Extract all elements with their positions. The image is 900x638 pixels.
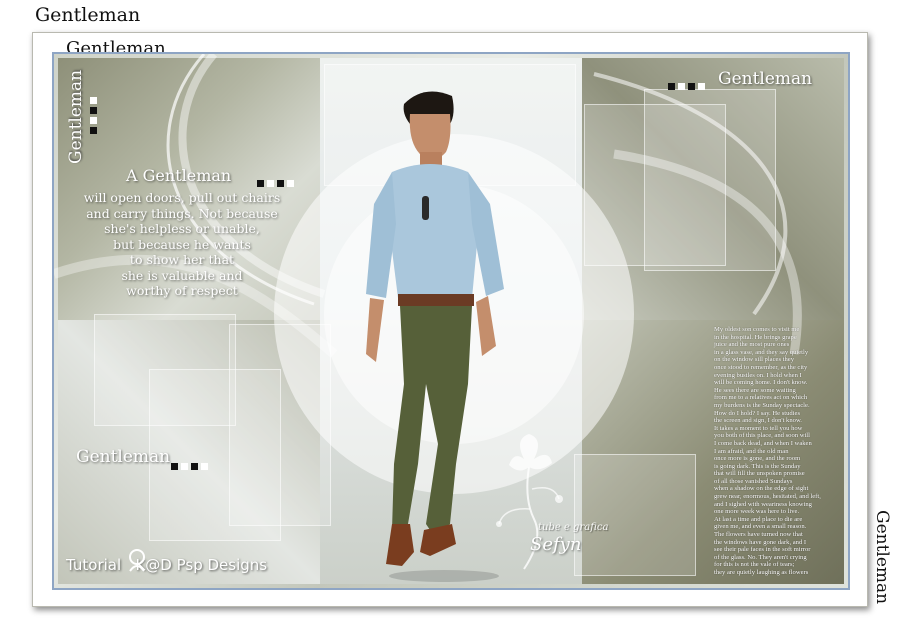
quote-line: will open doors, pull out chairs: [83, 190, 281, 205]
poem-line: will be coming home. I don't know.: [714, 379, 808, 387]
poem-line: given me, and even a small reason.: [714, 523, 807, 531]
poem-line: once more is gone, and the room: [714, 455, 801, 463]
tube-credit-line1: tube e grafica: [538, 522, 609, 533]
top-right-title: Gentleman: [718, 69, 813, 89]
poem-line: once stood to remember, as the city: [714, 363, 808, 371]
poem-line: I come back dead, and when I waken: [714, 439, 812, 447]
quote-text: will open doors, pull out chairs and car…: [68, 190, 296, 299]
title-right-vertical: Gentleman: [872, 510, 892, 605]
quote-line: to show her that: [129, 252, 235, 267]
tube-credit-line2: Sefyn: [530, 534, 582, 555]
poem-line: one more week was here to live.: [714, 508, 800, 516]
bottom-left-title: Gentleman: [76, 447, 171, 467]
left-square-column: [90, 97, 98, 134]
poem-line: I am afraid, and the old man: [714, 447, 789, 455]
bottom-left-squares: [171, 456, 211, 475]
top-right-squares: [668, 76, 708, 95]
quote-line: but because he wants: [113, 236, 251, 252]
poem-line: grew near, enormous, hesitated, and left…: [714, 493, 821, 501]
poem-line: from me to a relatives act on which: [714, 394, 808, 402]
poem-line: My oldest son comes to visit me: [714, 326, 800, 333]
poem-line: my burdens is the Sunday spectacle.: [714, 401, 810, 409]
poem-line: see their pale faces in the soft mirror: [714, 546, 811, 554]
small-poem: My oldest son comes to visit me in the h…: [714, 326, 844, 577]
quote-line: she is valuable and: [121, 267, 243, 283]
poem-line: How do I hold? I say. He studies: [714, 409, 801, 417]
poem-line: on the window sill places they: [714, 356, 795, 364]
poem-line: that will fill the unspoken promise: [714, 470, 805, 478]
poem-line: they are quietly laughing as flowers: [714, 569, 809, 576]
quote-line: she's helpless or unable,: [104, 221, 260, 236]
kad-logo-icon: [129, 549, 145, 572]
poem-line: juice and the most pure ones: [714, 341, 790, 349]
quote-line: worthy of respect: [126, 283, 238, 298]
poem-line: for this is not the vale of tears;: [714, 561, 795, 569]
tutorial-credit: Tutorial K@D Psp Designs: [66, 556, 268, 574]
poem-line: you both of this place, and soon will: [714, 432, 810, 440]
poem-line: the screen and sign, I don't know.: [714, 417, 802, 425]
left-vertical-title: Gentleman: [66, 69, 86, 164]
flower-watermark-icon: [496, 434, 563, 570]
quote-line: and carry things. Not because: [86, 205, 278, 221]
quote-heading: A Gentleman: [126, 166, 232, 185]
artwork-panel: Gentleman A Gentleman will open doors, p…: [52, 52, 850, 590]
poem-line: when a shadow on the edge of sight: [714, 485, 809, 493]
title-top-left: Gentleman: [35, 4, 141, 26]
poem-line: The flowers have turned now that: [714, 531, 803, 539]
